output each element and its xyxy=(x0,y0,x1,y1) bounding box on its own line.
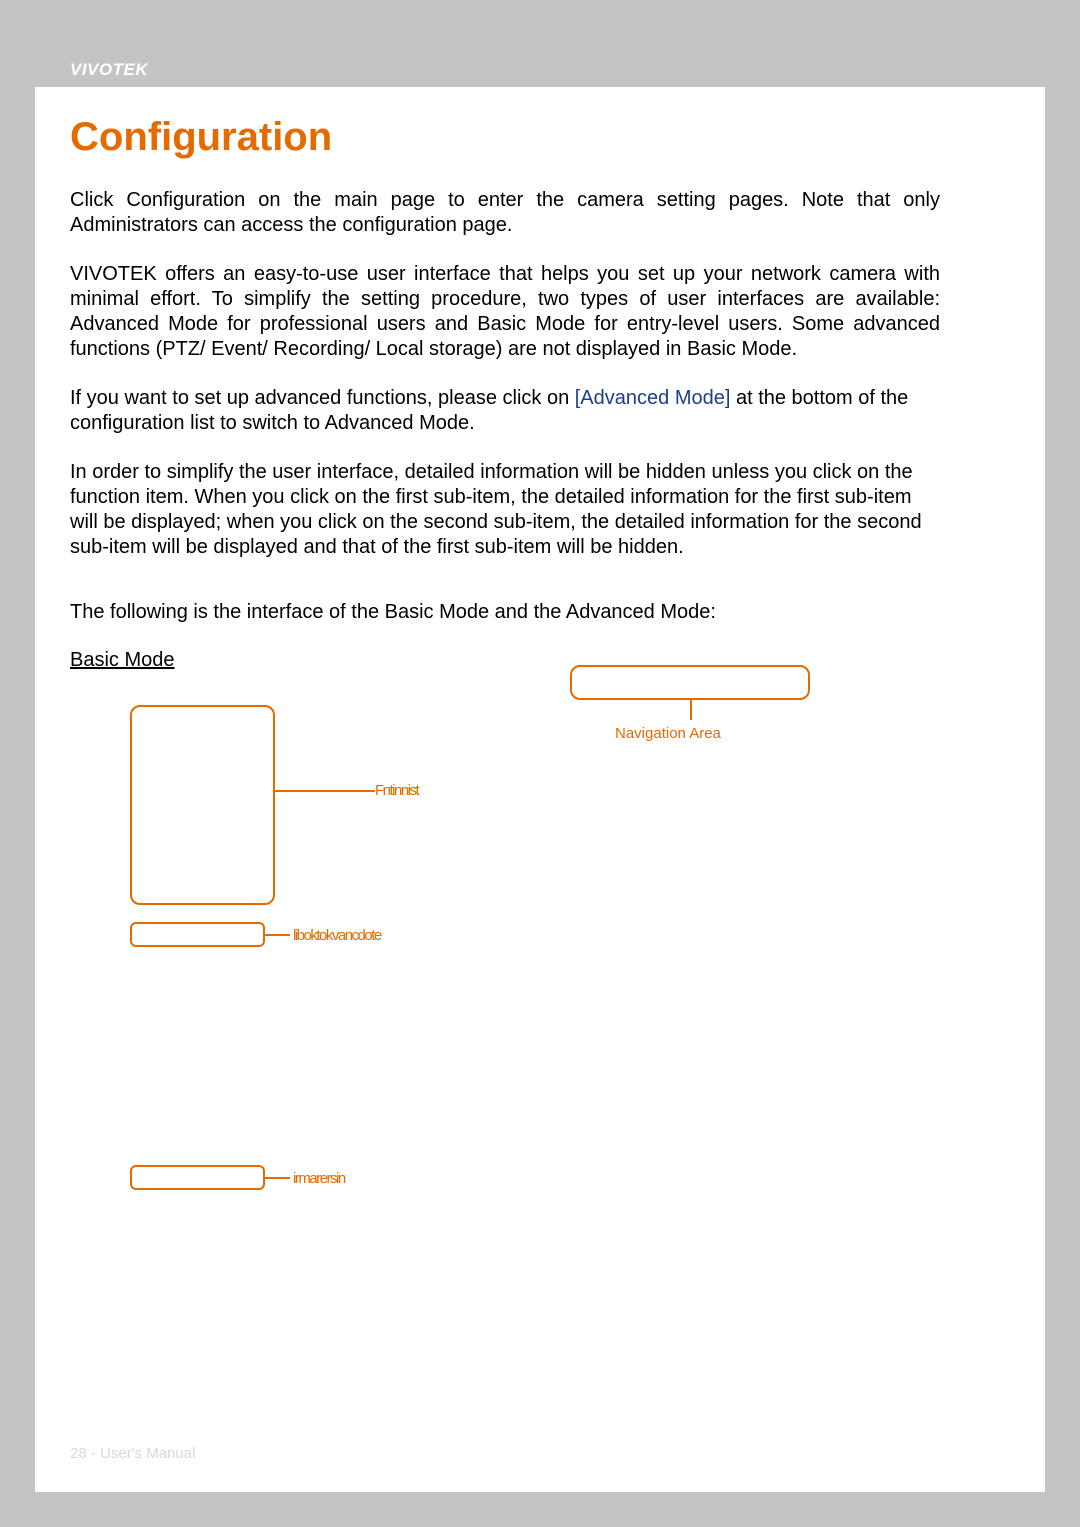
diagram-connector xyxy=(265,934,290,936)
diagram-function-list-label: Fntinnist xyxy=(375,782,418,799)
page-footer: 28 - User's Manual xyxy=(70,1445,195,1462)
diagram-connector xyxy=(275,790,375,792)
basic-mode-diagram: Navigation Area Fntinnist liboktokvancdo… xyxy=(35,585,905,1285)
diagram-navigation-label: Navigation Area xyxy=(615,725,721,742)
advanced-mode-link[interactable]: [Advanced Mode] xyxy=(575,387,731,409)
page-header-bar xyxy=(35,35,1045,87)
diagram-firmware-box xyxy=(130,1165,265,1190)
diagram-connector xyxy=(690,700,692,720)
paragraph-overview: VIVOTEK offers an easy-to-use user inter… xyxy=(70,262,940,362)
text-fragment: If you want to set up advanced functions… xyxy=(70,387,575,409)
paragraph-intro: Click Configuration on the main page to … xyxy=(70,188,940,238)
diagram-config-list-box xyxy=(130,705,275,905)
diagram-connector xyxy=(265,1177,290,1179)
diagram-navigation-box xyxy=(570,665,810,700)
diagram-firmware-label: irmarersin xyxy=(293,1170,345,1187)
diagram-switch-mode-box xyxy=(130,922,265,947)
paragraph-ui-behavior: In order to simplify the user interface,… xyxy=(70,460,940,560)
document-page: VIVOTEK Configuration Click Configuratio… xyxy=(35,35,1045,1492)
brand-label: VIVOTEK xyxy=(70,60,148,80)
diagram-switch-mode-label: liboktokvancdote xyxy=(293,927,381,944)
paragraph-advanced-mode: If you want to set up advanced functions… xyxy=(70,386,940,436)
page-title: Configuration xyxy=(70,115,940,160)
